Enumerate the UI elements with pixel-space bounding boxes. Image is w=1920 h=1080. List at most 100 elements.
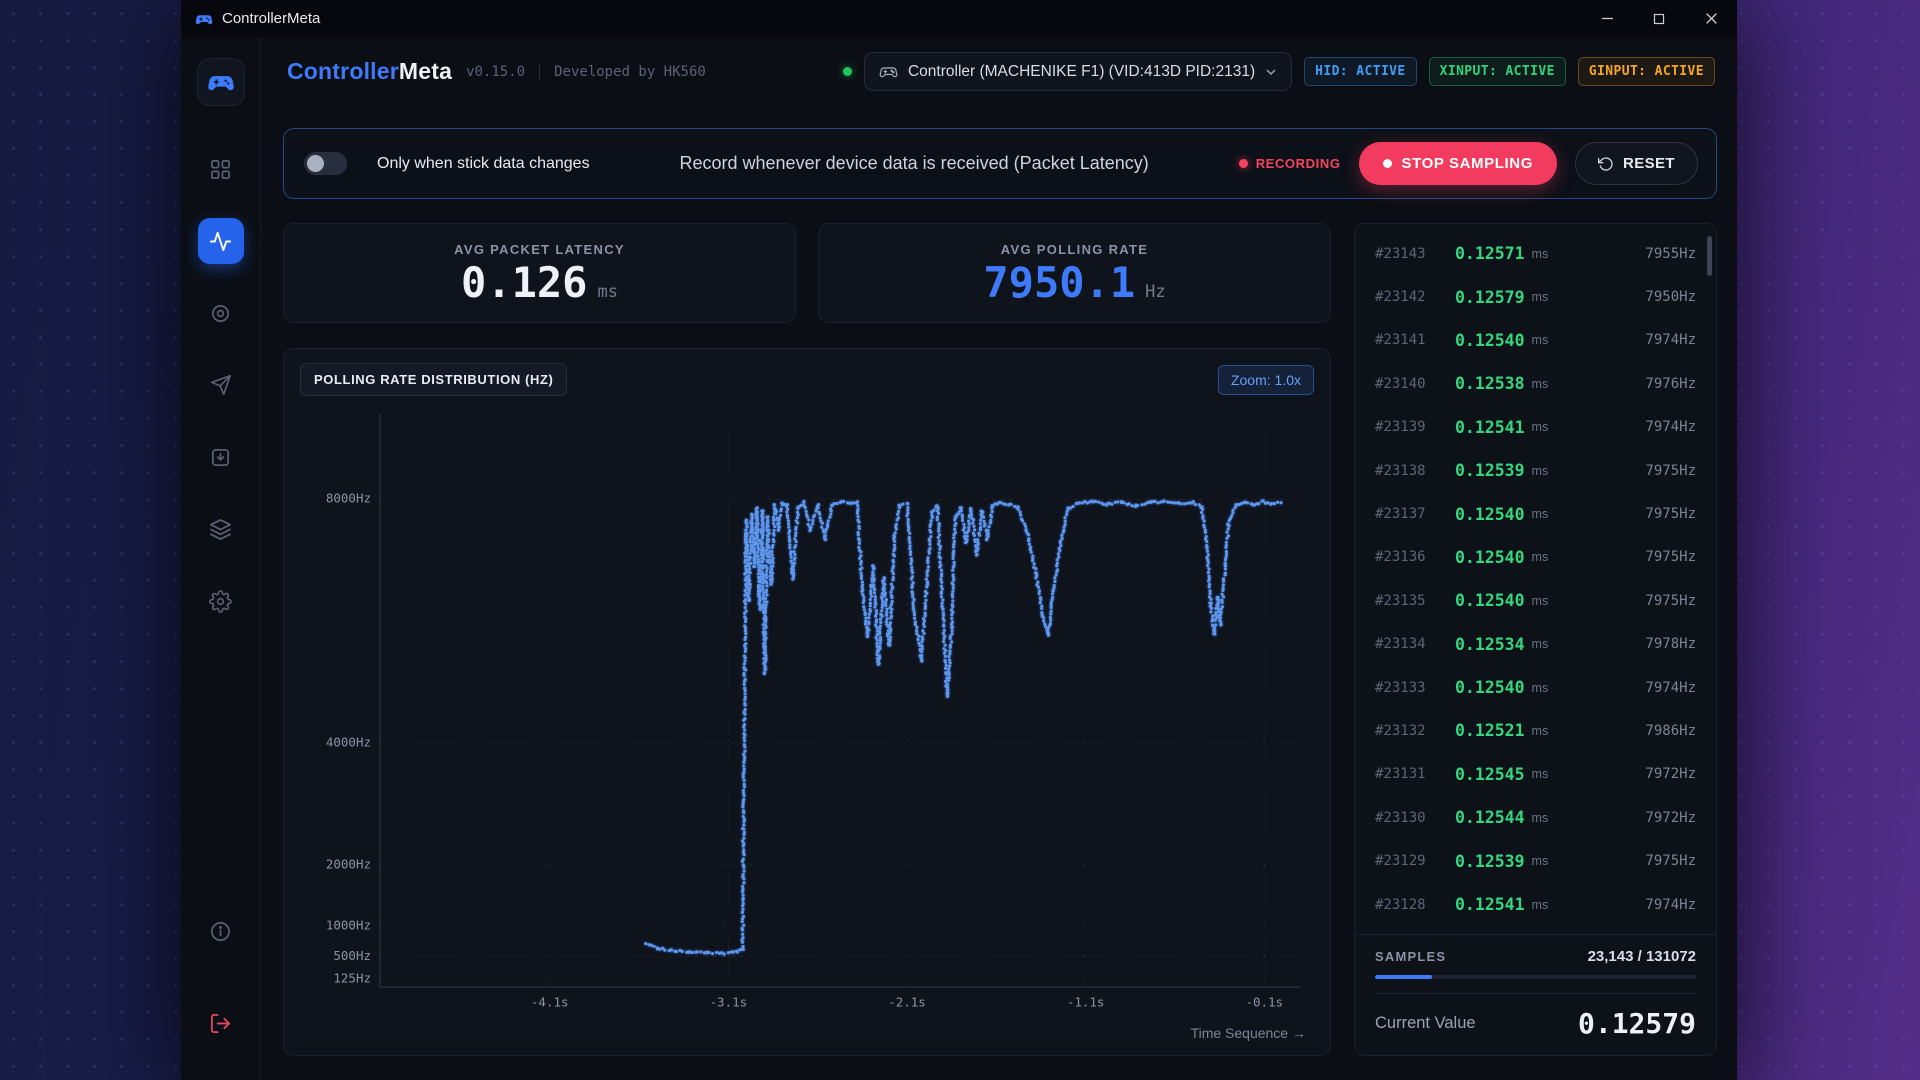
sample-latency-value: 0.12544 — [1455, 808, 1525, 827]
stop-sampling-label: STOP SAMPLING — [1402, 155, 1533, 172]
samples-scrollbar-thumb[interactable] — [1707, 236, 1712, 276]
polling-card-title: AVG POLLING RATE — [1001, 242, 1148, 257]
polling-rate-chart-card: POLLING RATE DISTRIBUTION (HZ) Zoom: 1.0… — [283, 348, 1331, 1056]
app-header: ControllerMeta v0.15.0 Developed by HK56… — [261, 37, 1737, 106]
record-control-bar: Only when stick data changes Record when… — [283, 128, 1717, 199]
minimize-button[interactable] — [1581, 0, 1633, 37]
sample-row: #23134 0.12534 ms 7978Hz — [1375, 623, 1696, 666]
recording-indicator: RECORDING — [1239, 156, 1341, 171]
connection-status-dot — [843, 67, 852, 76]
sample-polling-rate: 7975Hz — [1645, 853, 1696, 869]
sample-latency-value: 0.12540 — [1455, 591, 1525, 610]
sample-polling-rate: 7974Hz — [1645, 332, 1696, 348]
status-badge: HID: ACTIVE — [1304, 57, 1417, 86]
latency-value: 0.126 — [461, 262, 587, 304]
sample-id: #23134 — [1375, 636, 1455, 652]
app-window: ControllerMeta — [181, 0, 1737, 1080]
sample-row: #23140 0.12538 ms 7976Hz — [1375, 362, 1696, 405]
sidebar-item-send[interactable] — [198, 362, 244, 408]
sidebar-item-logout[interactable] — [198, 1000, 244, 1046]
sample-polling-rate: 7972Hz — [1645, 810, 1696, 826]
sample-latency-value: 0.12521 — [1455, 721, 1525, 740]
sample-latency-unit: ms — [1532, 247, 1549, 261]
sample-latency-unit: ms — [1532, 811, 1549, 825]
app-logo-button[interactable] — [197, 58, 245, 106]
sidebar-item-dashboard[interactable] — [198, 146, 244, 192]
samples-label: SAMPLES — [1375, 949, 1446, 964]
sidebar-item-capture[interactable] — [198, 434, 244, 480]
sample-latency-value: 0.12579 — [1455, 288, 1525, 307]
brand-secondary: Meta — [399, 58, 452, 84]
sample-latency-value: 0.12545 — [1455, 765, 1525, 784]
sample-row: #23131 0.12545 ms 7972Hz — [1375, 753, 1696, 796]
sidebar-item-info[interactable] — [198, 908, 244, 954]
sample-polling-rate: 7975Hz — [1645, 549, 1696, 565]
brand-logo: ControllerMeta — [287, 58, 452, 85]
sample-polling-rate: 7955Hz — [1645, 246, 1696, 262]
sample-id: #23143 — [1375, 246, 1455, 262]
sidebar-item-layers[interactable] — [198, 506, 244, 552]
sample-latency-unit: ms — [1532, 898, 1549, 912]
status-badge: XINPUT: ACTIVE — [1429, 57, 1566, 86]
toggle-knob — [307, 155, 324, 172]
sample-row: #23132 0.12521 ms 7986Hz — [1375, 709, 1696, 752]
sample-row: #23129 0.12539 ms 7975Hz — [1375, 839, 1696, 882]
sample-id: #23137 — [1375, 506, 1455, 522]
minimize-icon — [1601, 12, 1614, 25]
samples-count: 23,143 / 131072 — [1588, 948, 1696, 965]
samples-list: #23143 0.12571 ms 7955Hz #23142 0.12579 … — [1355, 224, 1716, 934]
activity-pulse-icon — [209, 230, 232, 253]
sample-row: #23133 0.12540 ms 7974Hz — [1375, 666, 1696, 709]
samples-progress-fill — [1375, 975, 1432, 979]
sample-id: #23133 — [1375, 680, 1455, 696]
status-badge: GINPUT: ACTIVE — [1578, 57, 1715, 86]
info-icon — [209, 920, 232, 943]
sample-polling-rate: 7974Hz — [1645, 680, 1696, 696]
maximize-button[interactable] — [1633, 0, 1685, 37]
sample-latency-unit: ms — [1532, 854, 1549, 868]
stop-sampling-button[interactable]: STOP SAMPLING — [1359, 142, 1557, 185]
developed-by-label: Developed by HK560 — [554, 64, 706, 80]
sample-row: #23142 0.12579 ms 7950Hz — [1375, 275, 1696, 318]
samples-panel: #23143 0.12571 ms 7955Hz #23142 0.12579 … — [1354, 223, 1717, 1056]
avg-polling-rate-card: AVG POLLING RATE 7950.1 Hz — [818, 223, 1331, 323]
record-mode-description: Record whenever device data is received … — [608, 153, 1221, 174]
window-titlebar[interactable]: ControllerMeta — [181, 0, 1737, 37]
zoom-level-badge[interactable]: Zoom: 1.0x — [1218, 365, 1314, 395]
sidebar-item-settings[interactable] — [198, 578, 244, 624]
avg-packet-latency-card: AVG PACKET LATENCY 0.126 ms — [283, 223, 796, 323]
sample-polling-rate: 7972Hz — [1645, 766, 1696, 782]
stick-data-toggle[interactable] — [304, 152, 347, 175]
sample-id: #23131 — [1375, 766, 1455, 782]
gamepad-logo-icon — [207, 68, 235, 96]
sample-id: #23130 — [1375, 810, 1455, 826]
sample-row: #23135 0.12540 ms 7975Hz — [1375, 579, 1696, 622]
samples-footer: SAMPLES 23,143 / 131072 Current Value 0.… — [1355, 934, 1716, 1055]
sample-latency-unit: ms — [1532, 290, 1549, 304]
device-selector[interactable]: Controller (MACHENIKE F1) (VID:413D PID:… — [864, 52, 1292, 91]
close-button[interactable] — [1685, 0, 1737, 37]
chevron-down-icon — [1265, 66, 1277, 78]
sample-latency-unit: ms — [1532, 724, 1549, 738]
sidebar — [181, 37, 261, 1080]
polling-rate-chart[interactable] — [300, 400, 1314, 1023]
sample-latency-value: 0.12534 — [1455, 635, 1525, 654]
sidebar-item-activity[interactable] — [198, 218, 244, 264]
sample-row: #23143 0.12571 ms 7955Hz — [1375, 232, 1696, 275]
gear-icon — [209, 590, 232, 613]
sidebar-item-target[interactable] — [198, 290, 244, 336]
sample-polling-rate: 7975Hz — [1645, 463, 1696, 479]
sample-latency-unit: ms — [1532, 637, 1549, 651]
sample-row: #23141 0.12540 ms 7974Hz — [1375, 319, 1696, 362]
sample-latency-value: 0.12539 — [1455, 852, 1525, 871]
sample-latency-value: 0.12540 — [1455, 505, 1525, 524]
reset-button[interactable]: RESET — [1575, 142, 1698, 185]
sample-id: #23135 — [1375, 593, 1455, 609]
stop-dot-icon — [1383, 159, 1392, 168]
maximize-icon — [1653, 13, 1665, 25]
polling-value: 7950.1 — [983, 262, 1135, 304]
sample-id: #23140 — [1375, 376, 1455, 392]
gamepad-icon — [195, 10, 213, 28]
sample-polling-rate: 7974Hz — [1645, 897, 1696, 913]
chart-x-axis-label: Time Sequence → — [300, 1023, 1314, 1047]
